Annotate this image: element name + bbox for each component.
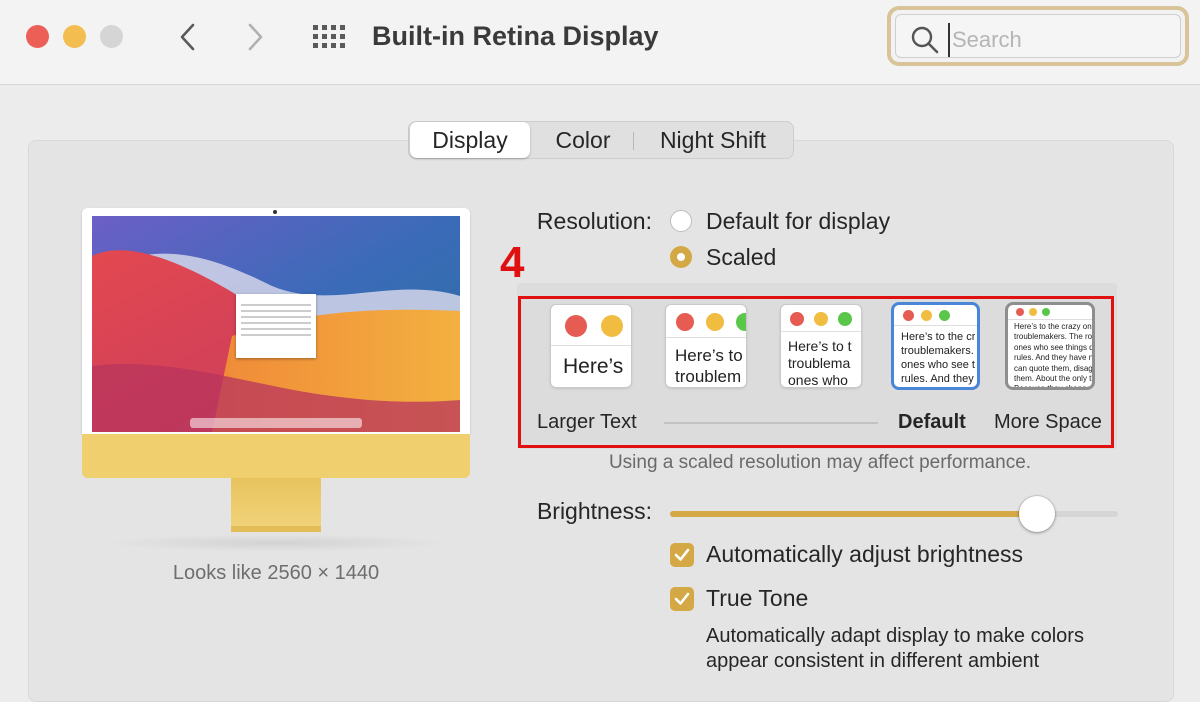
brightness-slider-fill — [670, 511, 1038, 517]
tab-color[interactable]: Color — [535, 122, 631, 158]
title-bar: Built-in Retina Display — [0, 0, 1200, 85]
looks-like-resolution: Looks like 2560 × 1440 — [172, 562, 380, 584]
tab-night-shift[interactable]: Night Shift — [643, 122, 783, 158]
resolution-label: Resolution: — [536, 208, 652, 234]
grid-icon — [313, 25, 345, 48]
auto-brightness-checkbox[interactable] — [670, 543, 694, 567]
imac-screen-bezel — [82, 208, 470, 434]
close-window-button[interactable] — [26, 25, 49, 48]
search-input[interactable] — [948, 23, 1174, 57]
true-tone-description: Automatically adapt display to make colo… — [706, 625, 1084, 672]
tab-display[interactable]: Display — [410, 122, 530, 158]
checkmark-icon — [674, 592, 690, 605]
preview-dock — [190, 418, 362, 428]
imac-stand — [231, 478, 321, 532]
scaled-radio[interactable] — [670, 246, 692, 268]
chevron-right-icon — [248, 23, 263, 51]
brightness-label: Brightness: — [536, 498, 652, 524]
minimize-window-button[interactable] — [63, 25, 86, 48]
back-button[interactable] — [173, 20, 203, 54]
scaled-label[interactable]: Scaled — [706, 244, 776, 271]
tab-divider — [633, 132, 634, 150]
imac-foot — [231, 526, 321, 532]
desktop-wallpaper — [92, 216, 460, 432]
tab-bar: Display Color Night Shift — [408, 121, 794, 159]
checkmark-icon — [674, 548, 690, 561]
true-tone-checkbox[interactable] — [670, 587, 694, 611]
search-icon — [911, 26, 939, 54]
default-for-display-label[interactable]: Default for display — [706, 208, 890, 235]
camera-dot — [273, 210, 277, 214]
default-for-display-radio[interactable] — [670, 210, 692, 232]
display-preview — [82, 208, 470, 552]
search-field-focus-ring — [887, 6, 1189, 66]
search-field[interactable] — [895, 14, 1181, 58]
annotation-step-number: 4 — [500, 238, 525, 287]
true-tone-label[interactable]: True Tone — [706, 585, 808, 612]
imac-chin — [82, 434, 470, 478]
auto-brightness-label[interactable]: Automatically adjust brightness — [706, 541, 1023, 568]
preview-window — [236, 294, 316, 358]
chevron-left-icon — [180, 23, 195, 51]
window-title: Built-in Retina Display — [372, 21, 659, 51]
imac-shadow — [102, 534, 450, 552]
annotation-highlight-box — [518, 296, 1114, 448]
show-all-button[interactable] — [312, 24, 346, 48]
performance-note: Using a scaled resolution may affect per… — [608, 452, 1032, 473]
forward-button[interactable] — [240, 20, 270, 54]
zoom-window-button[interactable] — [100, 25, 123, 48]
